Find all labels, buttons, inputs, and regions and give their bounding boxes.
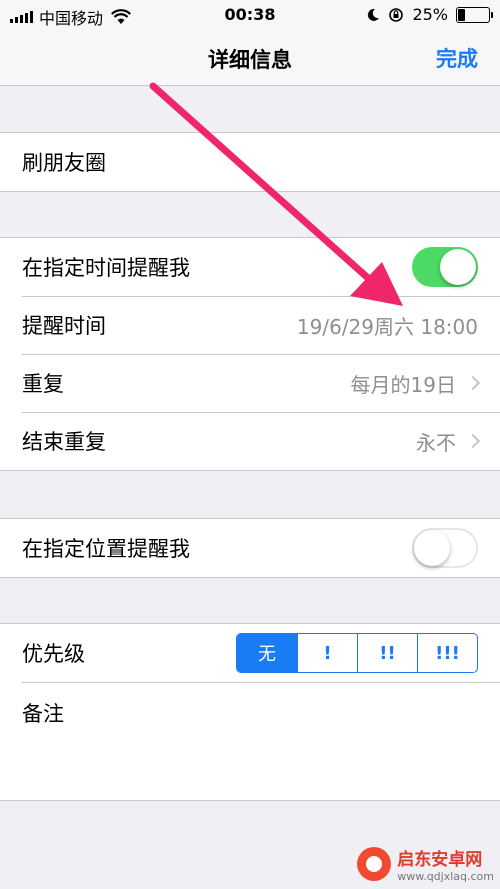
watermark-name: 启东安卓网 [397, 850, 483, 870]
priority-row: 优先级 无 ! !! !!! [0, 624, 500, 682]
reminder-time-value: 19/6/29周六 18:00 [296, 314, 478, 339]
remind-at-location-toggle[interactable] [412, 528, 478, 568]
repeat-value-wrap: 每月的19日 [350, 369, 481, 398]
priority-none-segment[interactable]: 无 [237, 634, 297, 672]
battery-icon [456, 6, 493, 23]
reminder-title[interactable]: 刷朋友圈 [22, 147, 106, 177]
watermark: 启东安卓网 www.qdjxlaq.com [357, 845, 494, 883]
remind-at-location-row: 在指定位置提醒我 [0, 519, 500, 577]
status-right: 25% [366, 5, 493, 24]
time-reminder-group: 在指定时间提醒我 提醒时间 19/6/29周六 18:00 重复 每月的19日 … [0, 237, 500, 471]
done-button[interactable]: 完成 [436, 43, 478, 73]
end-repeat-row[interactable]: 结束重复 永不 [0, 412, 500, 470]
navigation-bar: 详细信息 完成 [0, 30, 500, 86]
location-reminder-group: 在指定位置提醒我 [0, 518, 500, 578]
chevron-right-icon [465, 375, 481, 391]
reminder-time-row[interactable]: 提醒时间 19/6/29周六 18:00 [0, 296, 500, 354]
chevron-right-icon [465, 433, 481, 449]
moon-icon [368, 8, 380, 21]
reminder-time-label: 提醒时间 [22, 314, 106, 338]
end-repeat-value-wrap: 永不 [416, 427, 481, 456]
remind-at-location-label: 在指定位置提醒我 [22, 537, 190, 561]
page-title: 详细信息 [208, 48, 292, 72]
title-group: 刷朋友圈 [0, 132, 500, 192]
end-repeat-label: 结束重复 [22, 430, 106, 454]
reminder-title-row[interactable]: 刷朋友圈 [0, 133, 500, 191]
priority-high-segment[interactable]: !!! [417, 634, 477, 672]
status-bar: 中国移动 00:38 25% [0, 0, 500, 30]
priority-low-segment[interactable]: ! [297, 634, 357, 672]
watermark-logo-icon [357, 847, 392, 881]
notes-label: 备注 [22, 702, 64, 726]
watermark-url: www.qdjxlaq.com [397, 870, 494, 883]
repeat-value: 每月的19日 [350, 372, 456, 397]
remind-at-time-row: 在指定时间提醒我 [0, 238, 500, 296]
battery-level-fill [458, 8, 466, 21]
battery-percent: 25% [412, 5, 448, 24]
priority-medium-segment[interactable]: !! [357, 634, 417, 672]
repeat-label: 重复 [22, 372, 64, 396]
watermark-text: 启东安卓网 www.qdjxlaq.com [397, 845, 494, 883]
repeat-row[interactable]: 重复 每月的19日 [0, 354, 500, 412]
priority-notes-group: 优先级 无 ! !! !!! 备注 [0, 623, 500, 801]
rotation-lock-icon [389, 7, 404, 22]
remind-at-time-toggle[interactable] [412, 247, 478, 287]
remind-at-time-label: 在指定时间提醒我 [22, 256, 190, 280]
priority-segmented-control: 无 ! !! !!! [236, 633, 478, 673]
priority-label: 优先级 [22, 642, 85, 666]
end-repeat-value: 永不 [416, 430, 456, 455]
notes-field[interactable]: 备注 [0, 682, 500, 800]
